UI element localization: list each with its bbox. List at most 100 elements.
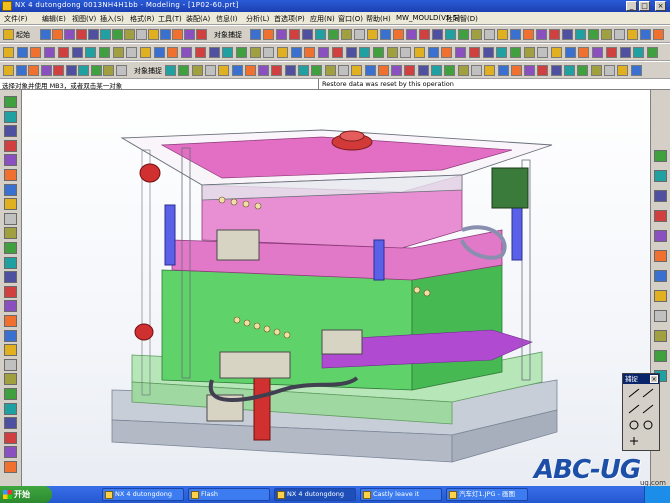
edit-feature-tool-icon[interactable] [577, 65, 589, 76]
curve-tool-icon[interactable] [441, 47, 453, 58]
curve-tool-icon[interactable] [537, 47, 549, 58]
menu-assembly[interactable]: 装配(A) [186, 14, 210, 24]
edit-feature-tool-icon[interactable] [191, 65, 203, 76]
standard-tool-icon[interactable] [76, 29, 87, 40]
curve-tool-icon[interactable] [3, 47, 14, 58]
resource-bar-tool-icon[interactable] [654, 170, 667, 182]
view-tool-icon[interactable] [393, 29, 404, 40]
view-tool-icon[interactable] [406, 29, 417, 40]
menu-window[interactable]: 窗口(O) [338, 14, 363, 24]
feature-tool-icon[interactable] [53, 65, 64, 76]
left-toolbar-tool-icon[interactable] [4, 183, 17, 196]
curve-tool-icon[interactable] [386, 47, 398, 58]
maximize-button[interactable]: □ [639, 1, 650, 11]
resource-bar-tool-icon[interactable] [654, 290, 667, 302]
curve-tool-icon[interactable] [455, 47, 467, 58]
edit-feature-tool-icon[interactable] [484, 65, 496, 76]
resource-bar-tool-icon[interactable] [654, 190, 667, 202]
standard-tool-icon[interactable] [100, 29, 111, 40]
resource-bar-tool-icon[interactable] [654, 230, 667, 242]
task-button[interactable]: Flash [188, 488, 270, 501]
edit-feature-tool-icon[interactable] [258, 65, 270, 76]
feature-tool-icon[interactable] [28, 65, 39, 76]
left-toolbar-tool-icon[interactable] [4, 285, 17, 298]
view-tool-icon[interactable] [445, 29, 456, 40]
view-tool-icon[interactable] [497, 29, 508, 40]
left-toolbar-tool-icon[interactable] [4, 388, 17, 400]
left-toolbar-tool-icon[interactable] [4, 358, 17, 371]
left-toolbar-tool-icon[interactable] [4, 461, 17, 473]
minimize-button[interactable]: _ [626, 1, 637, 11]
standard-tool-icon[interactable] [124, 29, 135, 40]
left-toolbar-tool-icon[interactable] [4, 212, 17, 225]
view-tool-icon[interactable] [458, 29, 469, 40]
edit-feature-tool-icon[interactable] [231, 65, 243, 76]
resource-bar-tool-icon[interactable] [654, 330, 667, 342]
view-tool-icon[interactable] [601, 29, 612, 40]
view-tool-icon[interactable] [276, 29, 287, 40]
view-tool-icon[interactable] [289, 29, 300, 40]
edit-feature-tool-icon[interactable] [590, 65, 602, 76]
edit-feature-tool-icon[interactable] [564, 65, 575, 76]
standard-tool-icon[interactable] [196, 29, 207, 40]
edit-feature-tool-icon[interactable] [524, 65, 536, 76]
view-tool-icon[interactable] [250, 29, 261, 40]
left-toolbar-tool-icon[interactable] [4, 96, 17, 108]
curve-tool-icon[interactable] [304, 47, 316, 58]
edit-feature-tool-icon[interactable] [431, 65, 442, 76]
edit-feature-tool-icon[interactable] [603, 65, 615, 76]
left-toolbar-tool-icon[interactable] [4, 110, 17, 123]
feature-tool-icon[interactable] [40, 65, 52, 76]
view-tool-icon[interactable] [302, 29, 313, 40]
menu-format[interactable]: 格式(R) [130, 14, 154, 24]
view-tool-icon[interactable] [328, 29, 339, 40]
mold-assembly-model[interactable] [22, 90, 650, 486]
edit-feature-tool-icon[interactable] [218, 65, 230, 76]
view-tool-icon[interactable] [653, 29, 664, 40]
view-tool-icon[interactable] [341, 29, 352, 40]
left-toolbar-tool-icon[interactable] [4, 417, 17, 430]
resource-bar-tool-icon[interactable] [654, 270, 667, 282]
view-tool-icon[interactable] [263, 29, 274, 40]
menu-file[interactable]: 文件(F) [4, 14, 28, 24]
edit-feature-tool-icon[interactable] [417, 65, 429, 76]
curve-tool-icon[interactable] [249, 47, 261, 58]
edit-feature-tool-icon[interactable] [165, 65, 176, 76]
left-toolbar-tool-icon[interactable] [4, 271, 17, 284]
task-button[interactable]: 汽车灯1.JPG - 画图 [446, 488, 528, 501]
curve-tool-icon[interactable] [277, 47, 288, 58]
curve-tool-icon[interactable] [496, 47, 508, 58]
standard-tool-icon[interactable] [112, 29, 123, 40]
menu-preferences[interactable]: 首选项(P) [274, 14, 305, 24]
edit-feature-tool-icon[interactable] [617, 65, 629, 76]
curve-tool-icon[interactable] [372, 47, 384, 58]
curve-tool-icon[interactable] [167, 47, 179, 58]
curve-tool-icon[interactable] [427, 47, 439, 58]
curve-tool-icon[interactable] [153, 47, 165, 58]
close-button[interactable]: × [655, 1, 666, 11]
view-tool-icon[interactable] [614, 29, 625, 40]
curve-tool-icon[interactable] [523, 47, 535, 58]
edit-feature-tool-icon[interactable] [470, 65, 482, 76]
menu-edit[interactable]: 编辑(E) [42, 14, 66, 24]
left-toolbar-tool-icon[interactable] [4, 242, 17, 254]
resource-bar-tool-icon[interactable] [654, 250, 667, 262]
edit-feature-tool-icon[interactable] [391, 65, 403, 76]
curve-tool-icon[interactable] [318, 47, 330, 58]
view-tool-icon[interactable] [419, 29, 430, 40]
view-tool-icon[interactable] [380, 29, 391, 40]
view-tool-icon[interactable] [471, 29, 482, 40]
palette-close-button[interactable]: × [650, 375, 658, 383]
curve-tool-icon[interactable] [551, 47, 562, 58]
standard-tool-icon[interactable] [40, 29, 51, 40]
curve-tool-icon[interactable] [71, 47, 83, 58]
standard-tool-icon[interactable] [184, 29, 195, 40]
resource-bar-tool-icon[interactable] [654, 150, 667, 162]
curve-tool-icon[interactable] [16, 47, 28, 58]
standard-tool-icon[interactable] [88, 29, 99, 40]
edit-feature-tool-icon[interactable] [284, 65, 296, 76]
curve-tool-icon[interactable] [30, 47, 42, 58]
resource-bar-tool-icon[interactable] [654, 310, 667, 322]
view-tool-icon[interactable] [432, 29, 443, 40]
left-toolbar-tool-icon[interactable] [4, 431, 17, 444]
